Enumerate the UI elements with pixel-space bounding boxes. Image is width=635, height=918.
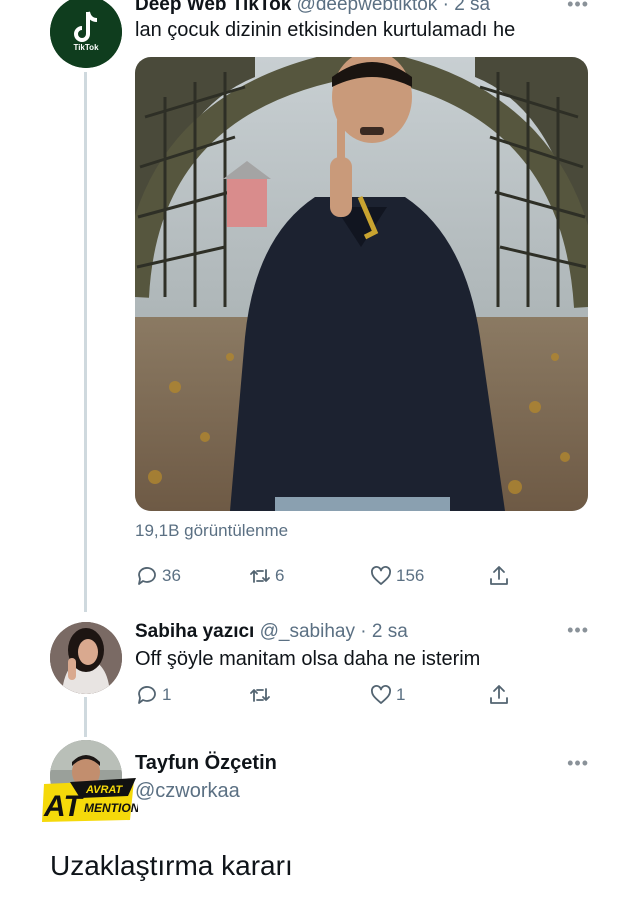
author-name[interactable]: Deep Web TikTok (135, 0, 291, 15)
like-button[interactable]: 1 (369, 683, 405, 707)
avatar[interactable] (50, 622, 122, 694)
tweet-text: lan çocuk dizinin etkisinden kurtulamadı… (135, 19, 516, 41)
retweet-icon (250, 688, 270, 702)
profile-photo (50, 622, 122, 694)
tweet-text: Off şöyle manitam olsa daha ne isterim (135, 648, 481, 670)
reply-icon (138, 567, 156, 585)
heart-icon (371, 566, 391, 585)
retweet-count: 6 (275, 566, 285, 585)
thread-line (84, 72, 87, 612)
tweet-actions: 36 6 156 (135, 564, 525, 590)
like-count: 156 (396, 566, 425, 585)
author-handle[interactable]: @czworkaa (135, 780, 240, 803)
share-icon (490, 685, 508, 704)
author-name[interactable]: Sabiha yazıcı (135, 621, 254, 642)
tweet-text: Uzaklaştırma kararı (50, 850, 293, 881)
time-separator: · (354, 621, 372, 642)
reply-count: 1 (162, 685, 172, 704)
share-button[interactable] (487, 564, 511, 588)
author-handle[interactable]: @deepwebtiktok (297, 0, 438, 15)
timestamp[interactable]: 2 sa (454, 0, 490, 15)
author-name[interactable]: Tayfun Özçetin (135, 752, 277, 775)
share-button[interactable] (487, 683, 511, 707)
more-options-icon[interactable]: ••• (567, 0, 589, 15)
like-count: 1 (396, 685, 406, 704)
thread-line (84, 697, 87, 737)
share-icon (490, 566, 508, 585)
timestamp[interactable]: 2 sa (372, 621, 408, 642)
svg-text:TikTok: TikTok (73, 43, 99, 52)
tweet-video[interactable] (135, 57, 588, 511)
retweet-icon (250, 569, 270, 583)
tiktok-logo-icon: TikTok (50, 0, 122, 68)
retweet-button[interactable]: 6 (248, 564, 284, 588)
more-options-icon[interactable]: ••• (567, 620, 589, 641)
svg-text:AVRAT: AVRAT (85, 784, 124, 796)
svg-text:MENTION: MENTION (84, 801, 138, 815)
tweet-actions: 1 1 (135, 683, 525, 709)
reply-button[interactable]: 1 (135, 683, 171, 707)
video-thumbnail (135, 57, 588, 511)
like-button[interactable]: 156 (369, 564, 424, 588)
reply-icon (138, 686, 156, 704)
time-separator: · (437, 0, 455, 15)
reply-count: 36 (162, 566, 181, 585)
more-options-icon[interactable]: ••• (567, 753, 589, 774)
avatar[interactable]: TikTok (50, 0, 122, 68)
watermark-logo: AT AVRAT MENTION (40, 778, 140, 824)
reply-button[interactable]: 36 (135, 564, 181, 588)
svg-text:AT: AT (43, 790, 84, 823)
tweet-header: Deep Web TikTok @deepwebtiktok · 2 sa (135, 0, 490, 16)
avrat-mention-logo-icon: AT AVRAT MENTION (42, 778, 140, 823)
author-handle[interactable]: @_sabihay (260, 621, 355, 642)
view-count: 19,1B görüntülenme (135, 521, 289, 540)
retweet-button[interactable] (248, 683, 275, 707)
tweet-header: Sabiha yazıcı @_sabihay · 2 sa (135, 621, 408, 643)
heart-icon (371, 685, 391, 704)
